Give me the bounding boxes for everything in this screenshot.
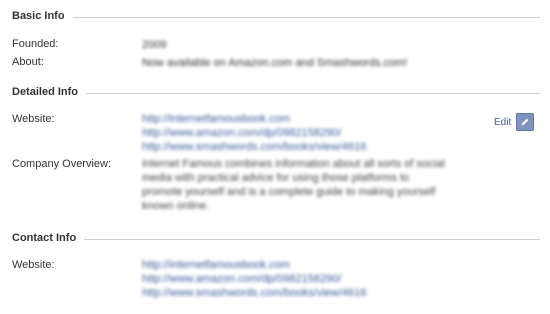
website-link[interactable]: http://www.smashwords.com/books/view/461… [142, 140, 490, 154]
website-link[interactable]: http://www.amazon.com/dp/0982158290/ [142, 126, 490, 140]
contact-website-links: http://internetfamousbook.com http://www… [142, 258, 490, 300]
overview-line: Internet Famous combines information abo… [142, 158, 445, 170]
about-value-text: Now available on Amazon.com and Smashwor… [142, 57, 408, 69]
founded-value-text: 2009 [142, 39, 167, 51]
founded-label: Founded: [12, 38, 59, 50]
founded-value: 2009 [142, 38, 490, 52]
edit-button[interactable] [516, 113, 535, 131]
contact-info-title: Contact Info [12, 232, 77, 244]
website-link[interactable]: http://internetfamousbook.com [142, 112, 490, 126]
basic-info-divider [72, 16, 540, 18]
overview-line: media with practical advice for using th… [142, 172, 410, 184]
company-overview-text: Internet Famous combines information abo… [142, 157, 490, 213]
about-label: About: [12, 56, 44, 68]
pencil-icon [521, 118, 529, 126]
detailed-info-header: Detailed Info [12, 86, 540, 98]
overview-line: promote yourself and is a complete guide… [142, 186, 436, 198]
contact-info-divider [84, 238, 540, 240]
company-overview-label: Company Overview: [12, 158, 112, 170]
detailed-website-label: Website: [12, 113, 55, 125]
detailed-website-links: http://internetfamousbook.com http://www… [142, 112, 490, 154]
edit-link[interactable]: Edit [494, 117, 511, 128]
overview-line: known online. [142, 200, 210, 212]
edit-control[interactable]: Edit [494, 113, 535, 131]
contact-website-label: Website: [12, 259, 55, 271]
about-value: Now available on Amazon.com and Smashwor… [142, 56, 490, 70]
website-link[interactable]: http://www.smashwords.com/books/view/461… [142, 286, 490, 300]
website-link[interactable]: http://internetfamousbook.com [142, 258, 490, 272]
basic-info-header: Basic Info [12, 10, 540, 22]
detailed-info-title: Detailed Info [12, 86, 79, 98]
detailed-info-divider [86, 92, 540, 94]
basic-info-title: Basic Info [12, 10, 65, 22]
website-link[interactable]: http://www.amazon.com/dp/0982158290/ [142, 272, 490, 286]
contact-info-header: Contact Info [12, 232, 540, 244]
